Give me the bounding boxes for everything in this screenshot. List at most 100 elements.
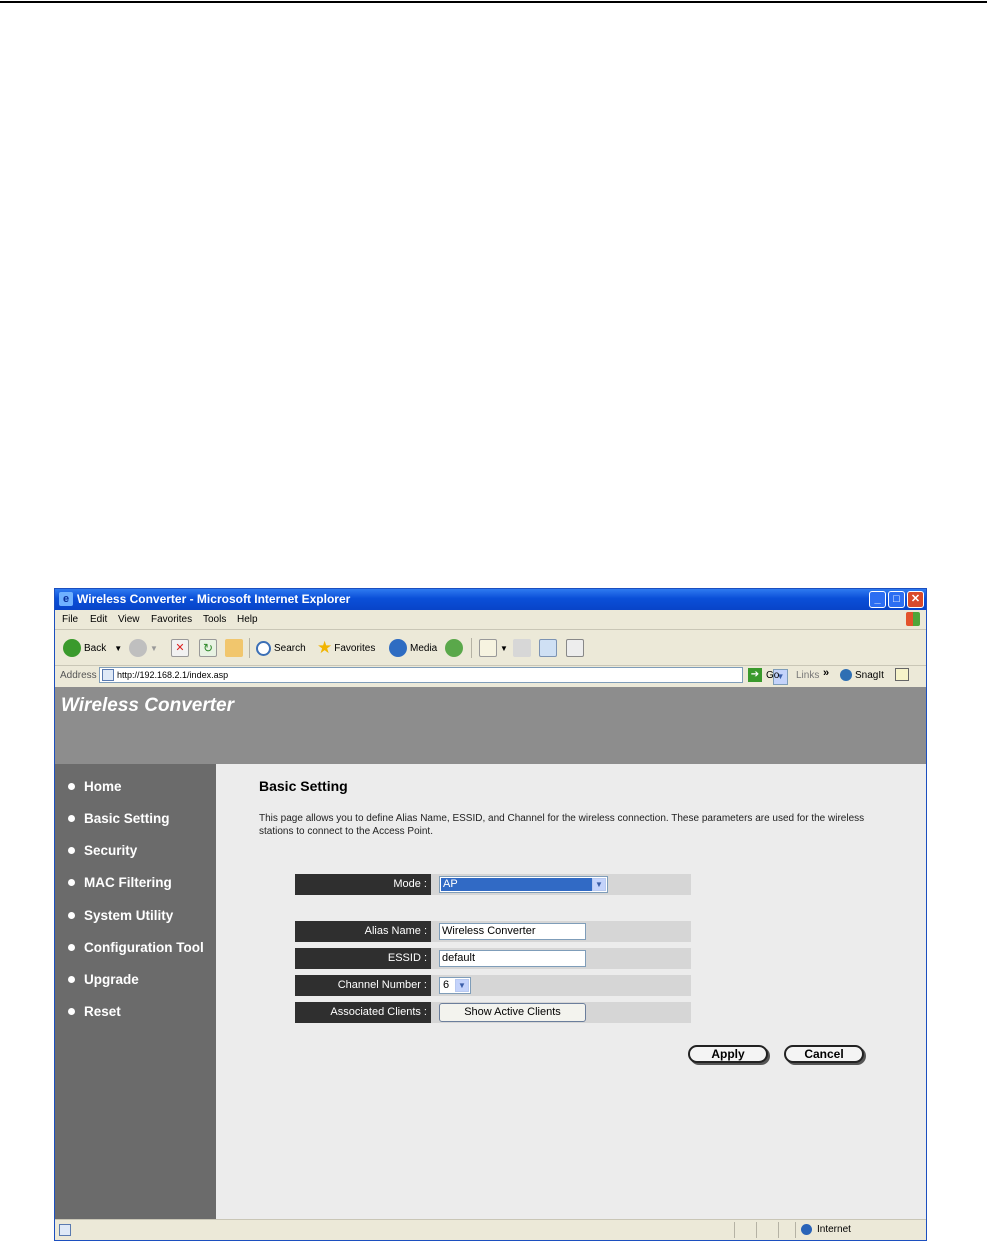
status-separator — [734, 1222, 735, 1238]
sidebar-item-configuration-tool[interactable]: Configuration Tool — [68, 940, 204, 955]
search-icon — [256, 640, 271, 656]
sidebar-item-basic-setting[interactable]: Basic Setting — [68, 811, 170, 826]
sidebar-item-mac-filtering[interactable]: MAC Filtering — [68, 875, 172, 890]
mail-icon — [479, 639, 497, 657]
channel-value: 6 — [443, 979, 450, 991]
bullet-icon — [68, 783, 75, 790]
windows-logo-icon — [906, 612, 920, 626]
toolbar: Back ▼ ▼ ✕ ↻ Search ★ Favorites Media ▼ — [55, 630, 926, 666]
mail-button[interactable]: ▼ — [479, 638, 508, 658]
status-separator — [778, 1222, 779, 1238]
refresh-button[interactable]: ↻ — [199, 638, 220, 658]
sidebar-item-label: Upgrade — [84, 972, 139, 987]
cancel-button[interactable]: Cancel — [784, 1045, 864, 1063]
bullet-icon — [68, 976, 75, 983]
alias-label: Alias Name : — [295, 921, 431, 942]
go-arrow-icon: ➔ — [748, 668, 762, 682]
main-panel: Basic Setting This page allows you to de… — [216, 764, 926, 1219]
address-input[interactable]: http://192.168.2.1/index.asp ▼ — [99, 667, 788, 685]
toolbar-separator — [249, 638, 250, 658]
search-button[interactable]: Search — [256, 638, 306, 658]
bullet-icon — [68, 912, 75, 919]
history-button[interactable] — [445, 638, 466, 658]
status-bar: Internet — [55, 1219, 926, 1240]
sidebar-item-home[interactable]: Home — [68, 779, 122, 794]
page-status-icon — [59, 1224, 71, 1236]
close-button[interactable]: ✕ — [907, 591, 924, 608]
links-label[interactable]: Links — [796, 670, 819, 681]
back-button[interactable]: Back ▼ — [63, 638, 122, 658]
page-content: Wireless Converter Home Basic Setting Se… — [55, 687, 926, 1219]
sidebar-item-reset[interactable]: Reset — [68, 1004, 121, 1019]
sidebar-item-label: Home — [84, 779, 122, 794]
browser-window: e Wireless Converter - Microsoft Interne… — [54, 588, 927, 1241]
page-description: This page allows you to define Alias Nam… — [259, 813, 865, 837]
history-icon — [445, 639, 463, 657]
snagit-button[interactable]: SnagIt — [840, 669, 884, 681]
mode-row: Mode : AP ▼ — [295, 874, 691, 895]
sidebar-item-system-utility[interactable]: System Utility — [68, 908, 173, 923]
bullet-icon — [68, 879, 75, 886]
forward-arrow-icon — [129, 639, 147, 657]
clients-label: Associated Clients : — [295, 1002, 431, 1023]
address-url: http://192.168.2.1/index.asp — [117, 670, 229, 680]
document-top-rule — [0, 1, 987, 3]
essid-input[interactable]: default — [439, 950, 586, 967]
messenger-icon — [566, 639, 584, 657]
favorites-label: Favorites — [334, 642, 376, 654]
sidebar-item-upgrade[interactable]: Upgrade — [68, 972, 139, 987]
media-button[interactable]: Media — [389, 638, 437, 658]
stop-icon: ✕ — [171, 639, 189, 657]
go-button[interactable]: ➔ Go — [748, 668, 779, 682]
back-dropdown-icon: ▼ — [114, 643, 123, 653]
home-icon — [225, 639, 243, 657]
print-button[interactable] — [513, 638, 534, 658]
mode-label: Mode : — [295, 874, 431, 895]
sidebar-item-label: Reset — [84, 1004, 121, 1019]
security-zone: Internet — [801, 1224, 851, 1235]
alias-row: Alias Name : Wireless Converter — [295, 921, 691, 942]
chevron-down-icon[interactable]: ▼ — [455, 979, 469, 992]
favorites-button[interactable]: ★ Favorites — [317, 638, 375, 658]
page-icon — [102, 669, 114, 681]
sidebar-item-security[interactable]: Security — [68, 843, 137, 858]
mode-select[interactable]: AP ▼ — [439, 876, 608, 893]
show-active-clients-button[interactable]: Show Active Clients — [439, 1003, 586, 1022]
menu-help[interactable]: Help — [237, 614, 258, 625]
messenger-button[interactable] — [566, 638, 587, 658]
stop-button[interactable]: ✕ — [171, 638, 192, 658]
mode-value: AP — [440, 877, 593, 892]
minimize-button[interactable]: _ — [869, 591, 886, 608]
snagit-icon — [840, 669, 852, 681]
edit-button[interactable] — [539, 638, 560, 658]
star-icon: ★ — [317, 638, 333, 657]
menu-view[interactable]: View — [118, 614, 140, 625]
print-icon — [513, 639, 531, 657]
chevron-right-icon[interactable]: » — [823, 667, 829, 679]
back-label: Back — [84, 642, 107, 654]
edit-page-icon — [539, 639, 557, 657]
chevron-down-icon[interactable]: ▼ — [592, 878, 606, 891]
channel-label: Channel Number : — [295, 975, 431, 996]
forward-button[interactable]: ▼ — [129, 638, 158, 658]
bullet-icon — [68, 847, 75, 854]
menu-edit[interactable]: Edit — [90, 614, 107, 625]
snagit-capture-icon[interactable] — [895, 668, 909, 681]
zone-label: Internet — [817, 1224, 851, 1235]
home-button[interactable] — [225, 638, 246, 658]
menu-tools[interactable]: Tools — [203, 614, 226, 625]
apply-button[interactable]: Apply — [688, 1045, 768, 1063]
bullet-icon — [68, 815, 75, 822]
channel-select[interactable]: 6 ▼ — [439, 977, 471, 994]
sidebar-item-label: System Utility — [84, 908, 174, 923]
alias-name-input[interactable]: Wireless Converter — [439, 923, 586, 940]
title-bar[interactable]: e Wireless Converter - Microsoft Interne… — [55, 589, 926, 610]
sidebar: Home Basic Setting Security MAC Filterin… — [55, 764, 216, 1219]
menu-favorites[interactable]: Favorites — [151, 614, 192, 625]
address-bar: Address http://192.168.2.1/index.asp ▼ ➔… — [55, 666, 926, 686]
status-separator — [756, 1222, 757, 1238]
menu-file[interactable]: File — [62, 614, 78, 625]
forward-dropdown-icon: ▼ — [150, 643, 158, 653]
page-title: Basic Setting — [259, 778, 348, 794]
maximize-button[interactable]: □ — [888, 591, 905, 608]
